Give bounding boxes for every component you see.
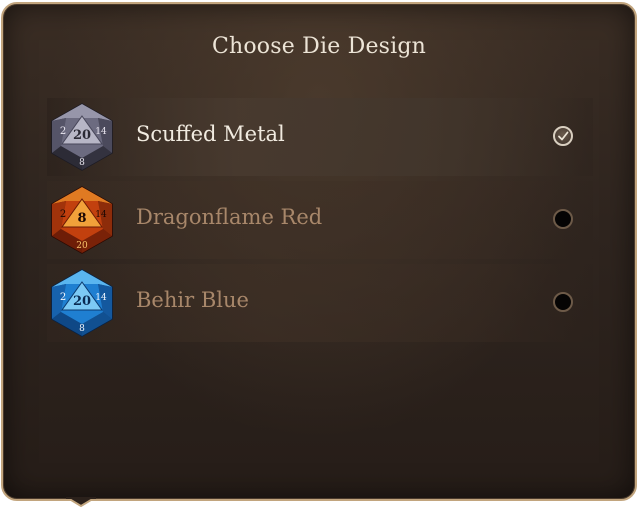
- die-face-number: 20: [73, 294, 91, 309]
- die-face-number: 20: [73, 128, 91, 143]
- die-side-number: 8: [79, 158, 85, 168]
- die-option-label: Behir Blue: [136, 288, 249, 312]
- radio-button-icon[interactable]: [553, 292, 573, 312]
- d20-dragonflame-icon: 8 2 14 20: [49, 185, 115, 255]
- d20-metal-icon: 20 2 8 14: [49, 102, 115, 172]
- die-side-number: 2: [60, 292, 66, 303]
- die-side-number: 14: [95, 210, 107, 220]
- panel-notch-decoration: [66, 497, 96, 507]
- die-option-scuffed-metal[interactable]: 20 2 8 14 Scuffed Metal: [47, 98, 593, 176]
- die-option-label: Scuffed Metal: [136, 122, 285, 146]
- die-side-number: 2: [60, 126, 66, 137]
- die-option-behir-blue[interactable]: 20 2 8 14 Behir Blue: [47, 264, 593, 342]
- die-side-number: 2: [60, 209, 66, 220]
- die-option-dragonflame-red[interactable]: 8 2 14 20 Dragonflame Red: [47, 181, 593, 259]
- d20-blue-icon: 20 2 8 14: [49, 268, 115, 338]
- die-option-label: Dragonflame Red: [136, 205, 323, 229]
- die-design-dialog: Choose Die Design 20 2 8 14 Scuffed Meta…: [1, 2, 637, 501]
- die-side-number: 14: [95, 293, 107, 303]
- checkmark-radio-icon[interactable]: [553, 126, 573, 146]
- radio-button-icon[interactable]: [553, 209, 573, 229]
- dialog-title: Choose Die Design: [211, 34, 427, 59]
- die-side-number: 8: [79, 324, 85, 334]
- die-side-number: 14: [95, 127, 107, 137]
- die-side-number: 20: [76, 241, 88, 251]
- die-face-number: 8: [77, 211, 86, 226]
